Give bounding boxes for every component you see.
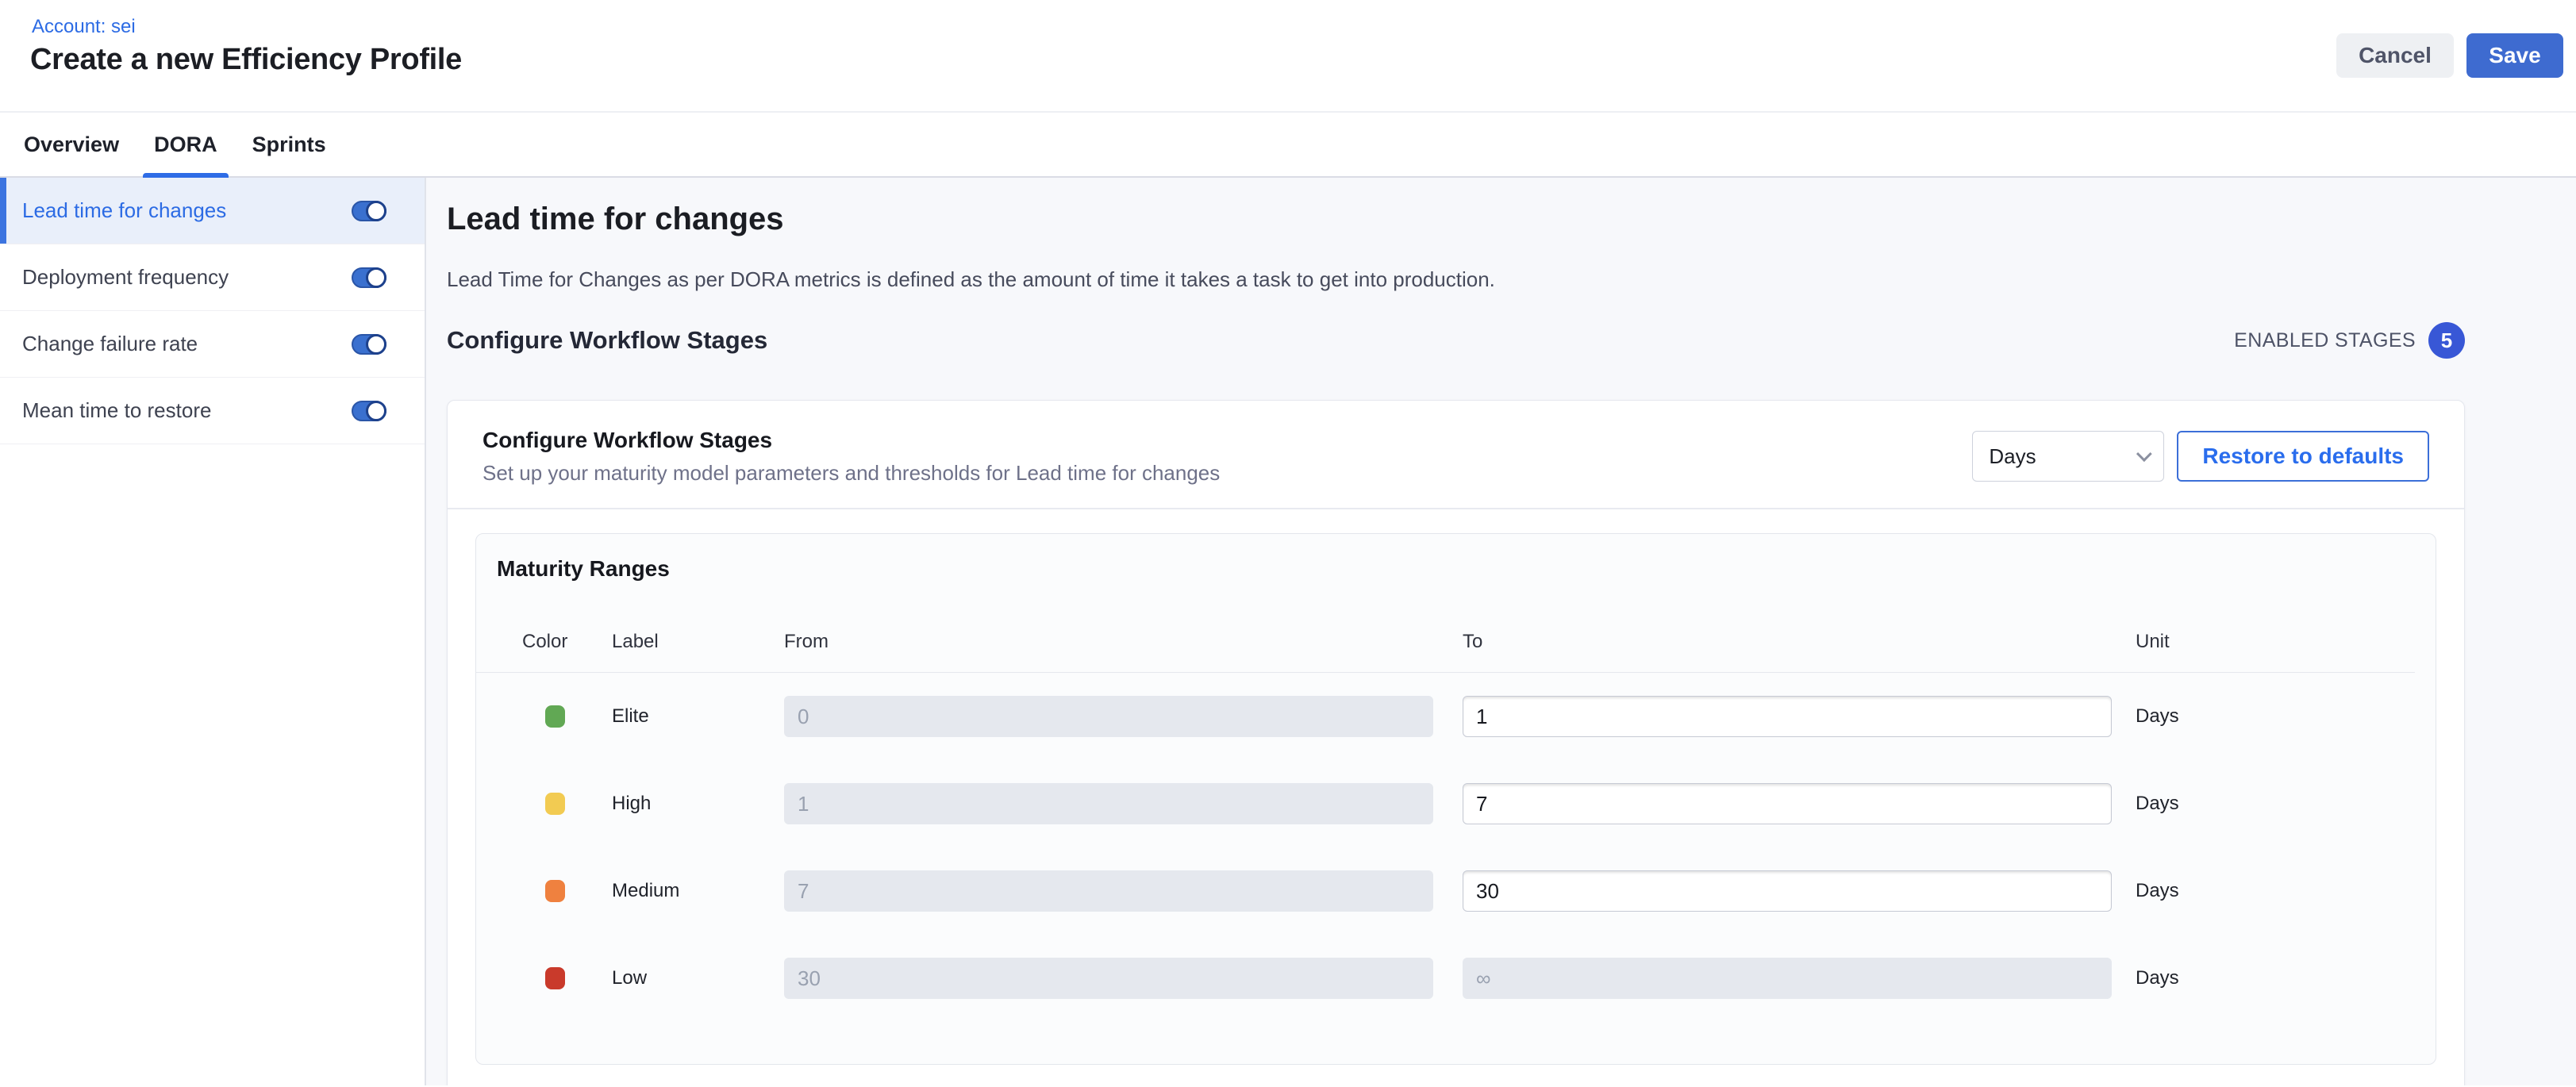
unit-select-value: Days (1989, 444, 2036, 469)
table-row-medium: Medium Days (476, 847, 2415, 935)
workflow-stages-card: Configure Workflow Stages Set up your ma… (447, 400, 2465, 1085)
to-input[interactable] (1463, 783, 2112, 824)
tab-dora[interactable]: DORA (143, 113, 229, 176)
page-header: Account: sei Create a new Efficiency Pro… (0, 0, 2576, 113)
toggle-knob (366, 401, 386, 421)
column-header-to: To (1463, 631, 2136, 653)
restore-to-defaults-button[interactable]: Restore to defaults (2177, 431, 2429, 482)
color-swatch (545, 967, 565, 989)
maturity-table-body: Elite Days High Days Medium (476, 673, 2436, 1022)
card-title: Configure Workflow Stages (483, 428, 1220, 453)
table-row-high: High Days (476, 760, 2415, 847)
enabled-stages-label: ENABLED STAGES (2234, 329, 2416, 352)
toggle-change-failure-rate[interactable] (352, 334, 386, 355)
table-row-low: Low Days (476, 935, 2415, 1022)
to-input (1463, 958, 2112, 999)
maturity-table-header: Color Label From To Unit (476, 631, 2415, 673)
tab-bar: OverviewDORASprints (0, 113, 2576, 178)
range-label: Low (612, 967, 784, 989)
range-label: High (612, 793, 784, 815)
sidebar-item-lead-time-for-changes[interactable]: Lead time for changes (0, 178, 425, 244)
column-header-unit: Unit (2136, 631, 2415, 653)
maturity-ranges-card: Maturity Ranges Color Label From To Unit… (475, 533, 2436, 1065)
toggle-deployment-frequency[interactable] (352, 267, 386, 288)
toggle-lead-time-for-changes[interactable] (352, 201, 386, 221)
section-heading: Configure Workflow Stages (447, 326, 767, 355)
color-swatch (545, 880, 565, 902)
sidebar-item-mean-time-to-restore[interactable]: Mean time to restore (0, 378, 425, 444)
card-header: Configure Workflow Stages Set up your ma… (448, 401, 2464, 509)
card-controls: Days Restore to defaults (1972, 431, 2429, 482)
unit-select[interactable]: Days (1972, 431, 2164, 482)
toggle-knob (366, 334, 386, 355)
color-swatch (545, 705, 565, 728)
unit-label: Days (2136, 880, 2415, 902)
range-label: Elite (612, 705, 784, 728)
from-input (784, 958, 1433, 999)
account-breadcrumb-link[interactable]: Account: sei (32, 16, 136, 38)
tab-sprints[interactable]: Sprints (241, 113, 337, 176)
color-swatch (545, 793, 565, 815)
card-subtitle: Set up your maturity model parameters an… (483, 461, 1220, 486)
unit-label: Days (2136, 705, 2415, 728)
page-title: Create a new Efficiency Profile (30, 43, 462, 77)
cancel-button[interactable]: Cancel (2336, 33, 2454, 78)
unit-label: Days (2136, 967, 2415, 989)
header-actions: Cancel Save (2336, 33, 2563, 78)
section-row: Configure Workflow Stages ENABLED STAGES… (447, 322, 2465, 359)
enabled-stages-count-badge: 5 (2428, 322, 2465, 359)
content-area: Lead time for changes Deployment frequen… (0, 178, 2576, 1085)
column-header-color: Color (522, 631, 612, 653)
unit-label: Days (2136, 793, 2415, 815)
range-label: Medium (612, 880, 784, 902)
tab-overview[interactable]: Overview (13, 113, 130, 176)
main-panel: Lead time for changes Lead Time for Chan… (426, 178, 2576, 1085)
metric-description: Lead Time for Changes as per DORA metric… (447, 265, 2465, 294)
toggle-mean-time-to-restore[interactable] (352, 401, 386, 421)
enabled-stages: ENABLED STAGES 5 (2234, 322, 2465, 359)
save-button[interactable]: Save (2466, 33, 2563, 78)
sidebar-item-label: Lead time for changes (22, 198, 352, 223)
sidebar-item-label: Mean time to restore (22, 398, 352, 423)
table-row-elite: Elite Days (476, 673, 2415, 760)
maturity-ranges-title: Maturity Ranges (476, 534, 2436, 582)
from-input (784, 870, 1433, 912)
chevron-down-icon (2136, 446, 2152, 462)
sidebar-item-change-failure-rate[interactable]: Change failure rate (0, 311, 425, 378)
metric-title: Lead time for changes (447, 200, 2465, 238)
toggle-knob (366, 201, 386, 221)
sidebar-item-label: Change failure rate (22, 332, 352, 356)
to-input[interactable] (1463, 696, 2112, 737)
sidebar-item-label: Deployment frequency (22, 265, 352, 290)
metric-sidebar: Lead time for changes Deployment frequen… (0, 178, 426, 1085)
from-input (784, 696, 1433, 737)
column-header-label: Label (612, 631, 784, 653)
column-header-from: From (784, 631, 1463, 653)
to-input[interactable] (1463, 870, 2112, 912)
toggle-knob (366, 267, 386, 288)
sidebar-item-deployment-frequency[interactable]: Deployment frequency (0, 244, 425, 311)
from-input (784, 783, 1433, 824)
